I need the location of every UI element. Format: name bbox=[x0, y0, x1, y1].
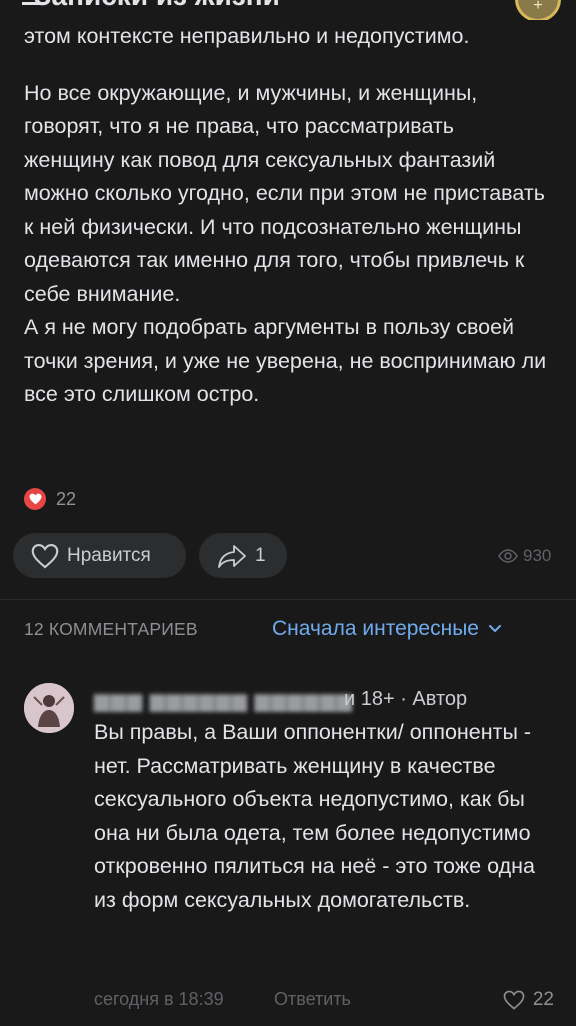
heart-icon bbox=[503, 990, 525, 1010]
community-avatar[interactable]: + bbox=[515, 0, 561, 20]
post-body: этом контексте неправильно и недопустимо… bbox=[24, 20, 548, 412]
post-paragraph: А я не могу подобрать аргументы в пользу… bbox=[24, 315, 547, 406]
post-paragraph: Но все окружающие, и мужчины, и женщины,… bbox=[24, 80, 545, 306]
reactions-count: 22 bbox=[56, 488, 77, 509]
avatar[interactable] bbox=[24, 683, 74, 733]
comment-like-button[interactable]: 22 bbox=[503, 989, 554, 1011]
comment-text: Вы правы, а Ваши оппонентки/ оппоненты -… bbox=[94, 720, 535, 912]
page-title: Записки из жизни bbox=[34, 0, 280, 12]
reply-button[interactable]: Ответить bbox=[274, 989, 351, 1010]
views-counter: 930 bbox=[498, 546, 551, 566]
like-label: Нравится bbox=[67, 544, 151, 566]
share-icon bbox=[218, 544, 246, 568]
chevron-down-icon bbox=[489, 625, 501, 633]
top-bar: Записки из жизни + bbox=[0, 0, 576, 20]
reactions-summary[interactable]: 22 bbox=[24, 488, 76, 510]
comment-time: сегодня в 18:39 bbox=[94, 989, 224, 1009]
author-name-redacted: ▆▆▆ ▆▆▆▆▆▆ ▆▆▆▆▆▆ bbox=[94, 690, 353, 712]
comment-author[interactable]: ▆▆▆ ▆▆▆▆▆▆ ▆▆▆▆▆▆ и 18+ · Автор bbox=[94, 688, 554, 712]
comment-footer: сегодня в 18:39 Ответить 22 bbox=[94, 989, 554, 1013]
views-count: 930 bbox=[523, 546, 552, 565]
author-meta: и 18+ · Автор bbox=[344, 688, 468, 710]
comments-count: 12 КОММЕНТАРИЕВ bbox=[24, 619, 198, 639]
heart-icon bbox=[31, 543, 59, 568]
plus-icon: + bbox=[533, 0, 543, 14]
sort-label: Сначала интересные bbox=[272, 617, 479, 640]
heart-reaction-icon bbox=[24, 488, 46, 510]
share-button[interactable]: 1 bbox=[199, 533, 287, 578]
post-paragraph: этом контексте неправильно и недопустимо… bbox=[24, 24, 470, 48]
divider bbox=[0, 599, 576, 600]
share-count: 1 bbox=[255, 544, 266, 566]
like-button[interactable]: Нравится bbox=[13, 533, 186, 578]
comment-like-count: 22 bbox=[532, 989, 554, 1010]
comments-sort-dropdown[interactable]: Сначала интересные bbox=[272, 617, 501, 641]
eye-icon bbox=[498, 549, 518, 563]
